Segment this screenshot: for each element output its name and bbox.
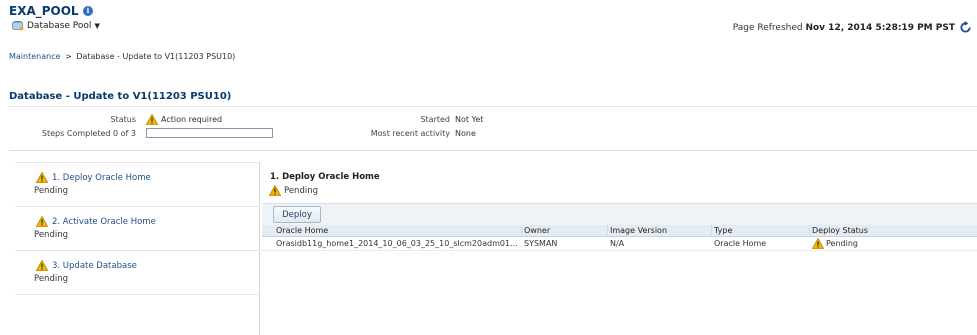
table-toolbar	[262, 203, 977, 225]
status-label: Status	[110, 115, 137, 124]
step-state: Pending	[34, 274, 68, 284]
step-item-deploy[interactable]: 1. Deploy Oracle Home Pending	[15, 163, 260, 207]
breadcrumb: Maintenance > Database - Update to V1(11…	[9, 52, 235, 61]
info-icon[interactable]: i	[83, 6, 93, 16]
warning-icon	[269, 185, 281, 196]
refreshed-time: Nov 12, 2014 5:28:19 PM PST	[805, 23, 955, 33]
started-value: Not Yet	[455, 115, 484, 124]
column-header-deploy-status[interactable]: Deploy Status	[812, 226, 868, 235]
deploy-button[interactable]: Deploy	[273, 206, 321, 223]
column-separator	[711, 225, 712, 237]
column-header-image-version[interactable]: Image Version	[610, 226, 667, 235]
breadcrumb-separator: >	[65, 52, 72, 61]
breadcrumb-current: Database - Update to V1(11203 PSU10)	[76, 52, 236, 61]
step-name: 2. Activate Oracle Home	[36, 216, 156, 227]
cell-deploy-status-text: Pending	[826, 239, 858, 248]
detail-title: 1. Deploy Oracle Home	[270, 172, 380, 182]
started-label: Started	[420, 115, 450, 124]
database-pool-icon	[12, 21, 24, 31]
section-title: Database - Update to V1(11203 PSU10)	[9, 91, 232, 102]
cell-image-version: N/A	[610, 239, 625, 248]
detail-status-text: Pending	[284, 185, 318, 196]
step-label[interactable]: 3. Update Database	[52, 261, 137, 271]
cell-deploy-status: Pending	[812, 238, 858, 249]
step-state: Pending	[34, 186, 68, 196]
warning-icon	[146, 114, 158, 125]
warning-icon	[36, 260, 48, 271]
steps-progress-bar	[146, 128, 273, 138]
section-divider	[9, 106, 977, 107]
step-name: 3. Update Database	[36, 260, 137, 271]
detail-status: Pending	[269, 185, 318, 196]
column-separator	[521, 225, 522, 237]
chevron-down-icon: ▼	[94, 22, 100, 30]
refresh-icon[interactable]	[959, 21, 972, 34]
steps-completed-label: Steps Completed 0 of 3	[41, 129, 136, 138]
warning-icon	[36, 172, 48, 183]
step-label[interactable]: 1. Deploy Oracle Home	[52, 173, 151, 183]
cell-type: Oracle Home	[714, 239, 767, 248]
table-header: Oracle Home Owner Image Version Type Dep…	[262, 225, 977, 237]
refreshed-prefix: Page Refreshed	[732, 23, 803, 33]
column-header-owner[interactable]: Owner	[524, 226, 550, 235]
step-item-update-database[interactable]: 3. Update Database Pending	[15, 251, 260, 295]
column-separator	[809, 225, 810, 237]
recent-activity-value: None	[455, 129, 476, 138]
database-pool-label: Database Pool	[27, 21, 92, 31]
status-value: Action required	[146, 114, 222, 125]
warning-icon	[812, 238, 824, 249]
breadcrumb-maintenance-link[interactable]: Maintenance	[9, 52, 61, 61]
summary-divider	[9, 150, 977, 151]
recent-activity-label: Most recent activity	[370, 129, 450, 138]
step-label[interactable]: 2. Activate Oracle Home	[52, 217, 156, 227]
column-header-type[interactable]: Type	[714, 226, 732, 235]
step-name: 1. Deploy Oracle Home	[36, 172, 151, 183]
cell-owner: SYSMAN	[524, 239, 558, 248]
page-refreshed-status: Page Refreshed Nov 12, 2014 5:28:19 PM P…	[733, 23, 955, 33]
cell-oracle-home: Orasidb11g_home1_2014_10_06_03_25_10_slc…	[276, 239, 518, 248]
table-row[interactable]: Orasidb11g_home1_2014_10_06_03_25_10_slc…	[262, 238, 977, 251]
step-train: 1. Deploy Oracle Home Pending 2. Activat…	[15, 162, 260, 335]
step-item-activate[interactable]: 2. Activate Oracle Home Pending	[15, 207, 260, 251]
column-separator	[607, 225, 608, 237]
warning-icon	[36, 216, 48, 227]
step-state: Pending	[34, 230, 68, 240]
database-pool-menu[interactable]: Database Pool ▼	[11, 21, 100, 31]
column-header-oracle-home[interactable]: Oracle Home	[276, 226, 328, 235]
status-value-text: Action required	[161, 115, 223, 124]
page-title: EXA_POOL	[9, 4, 79, 18]
